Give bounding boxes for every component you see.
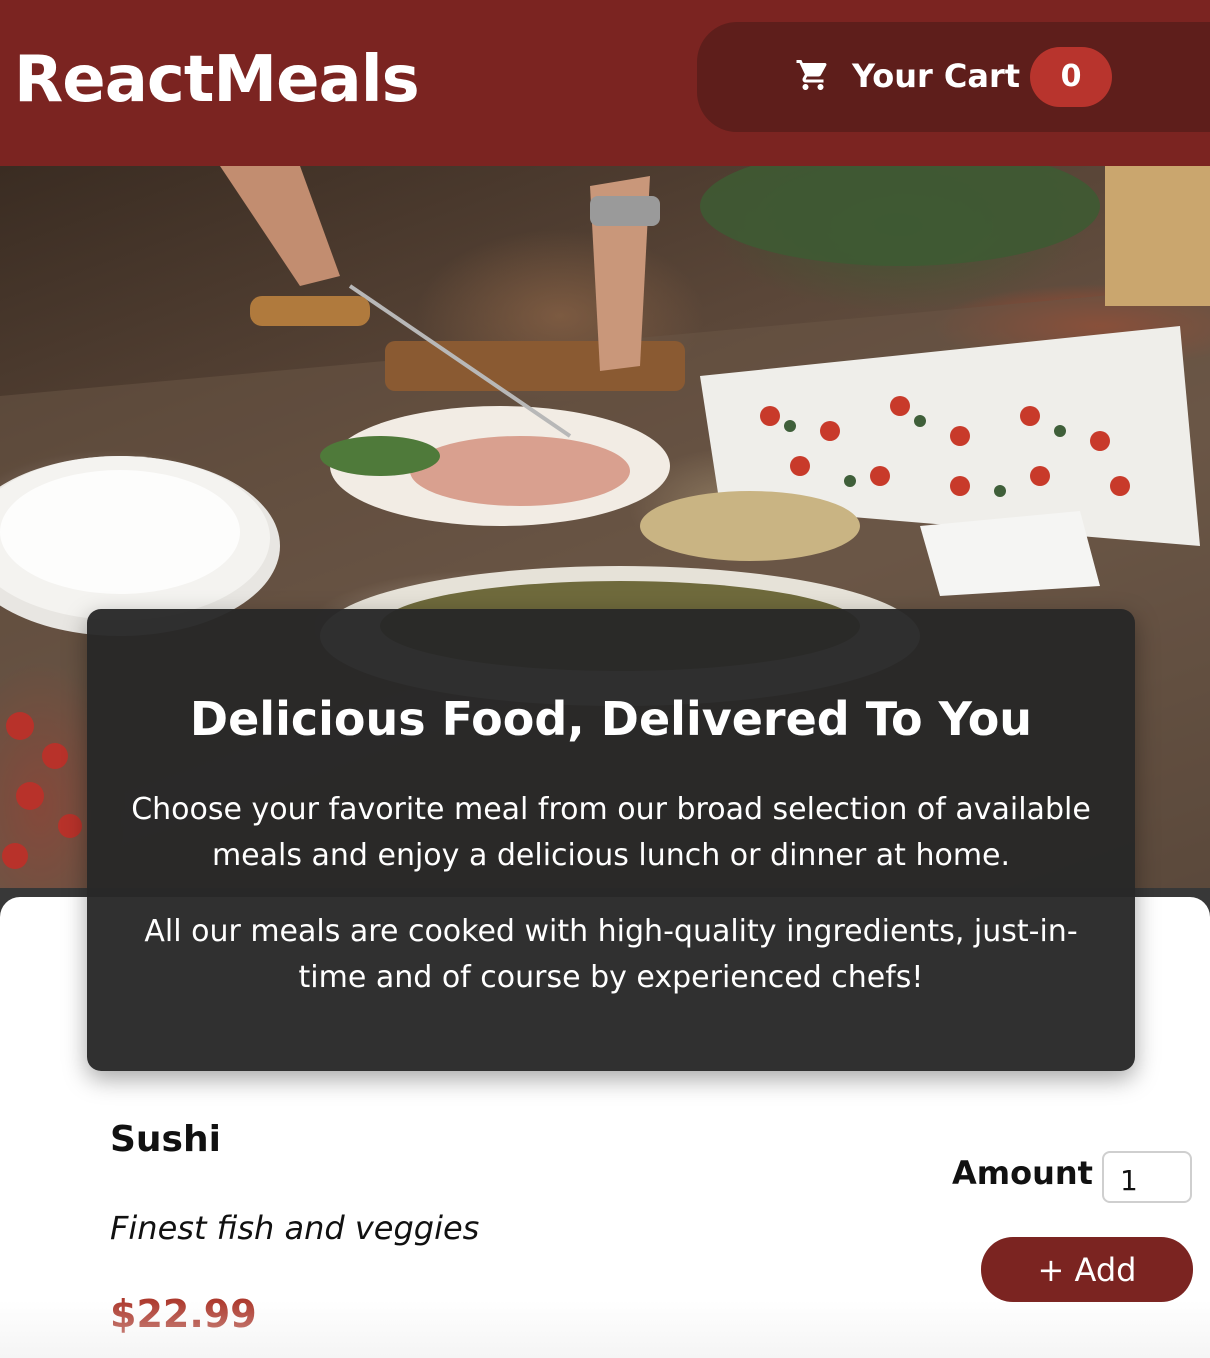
summary-paragraph-1: Choose your favorite meal from our broad… xyxy=(131,792,1091,873)
cart-count-badge: 0 xyxy=(1030,47,1112,107)
cart-label: Your Cart xyxy=(852,57,1021,95)
main-header: ReactMeals Your Cart 0 xyxy=(0,0,1210,166)
brand-title: ReactMeals xyxy=(14,43,420,117)
amount-label: Amount xyxy=(952,1154,1093,1192)
add-to-cart-button[interactable]: + Add xyxy=(981,1237,1193,1302)
meal-name: Sushi xyxy=(110,1119,221,1160)
meals-summary-card: Delicious Food, Delivered To You Choose … xyxy=(87,609,1135,1071)
summary-title: Delicious Food, Delivered To You xyxy=(189,692,1033,746)
meal-price: $22.99 xyxy=(110,1292,257,1336)
meal-description: Finest fish and veggies xyxy=(110,1209,480,1247)
amount-input[interactable] xyxy=(1102,1151,1192,1203)
cart-button[interactable]: Your Cart 0 xyxy=(697,22,1210,132)
cart-icon xyxy=(796,60,827,90)
summary-paragraph-2: All our meals are cooked with high-quali… xyxy=(144,914,1078,995)
